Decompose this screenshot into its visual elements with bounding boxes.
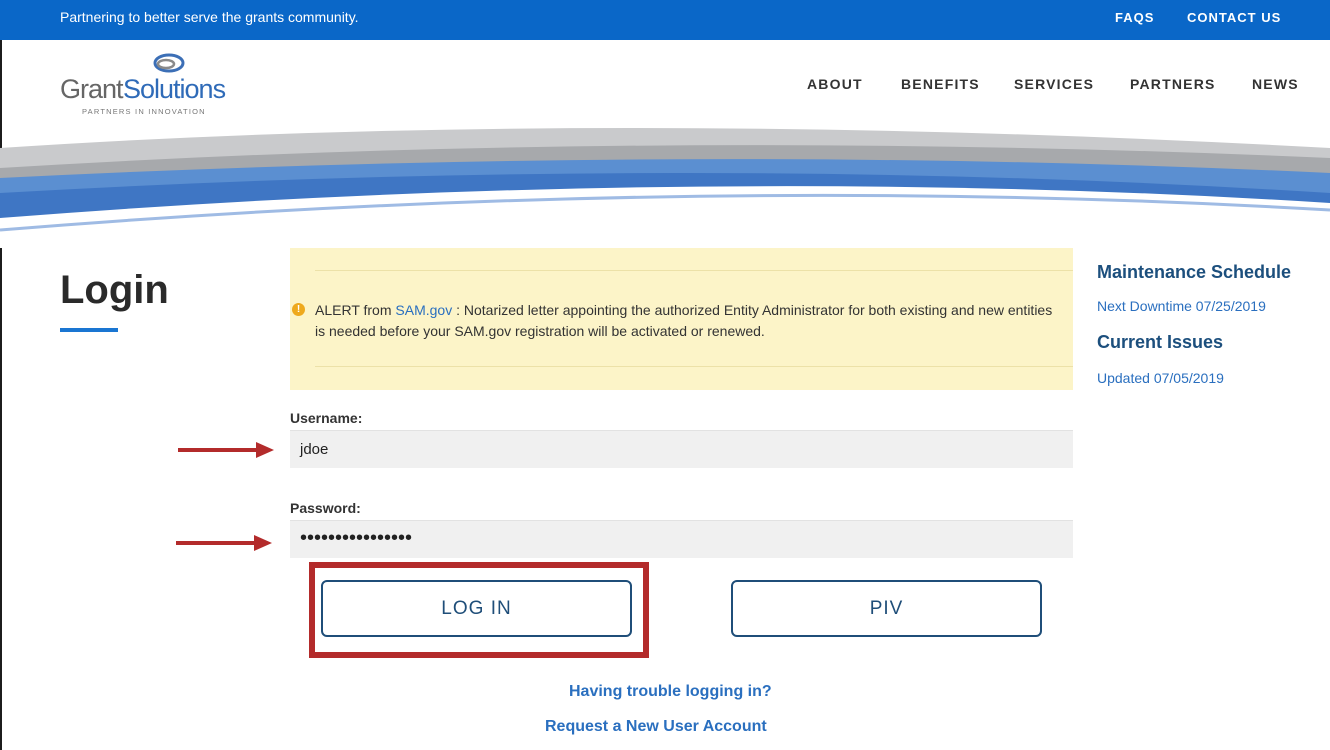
annotation-arrow-icon — [178, 442, 274, 458]
page-title: Login — [60, 268, 169, 312]
alert-prefix: ALERT from — [315, 302, 396, 318]
maintenance-schedule-heading: Maintenance Schedule — [1097, 262, 1292, 282]
banner-tagline: Partnering to better serve the grants co… — [60, 9, 359, 25]
logo-wordmark-grant: Grant — [60, 74, 124, 104]
alert-rule-bottom — [315, 366, 1073, 367]
username-value: jdoe — [300, 441, 329, 458]
log-in-button[interactable]: LOG IN — [321, 580, 632, 637]
request-account-link[interactable]: Request a New User Account — [545, 718, 767, 736]
grantsolutions-logo[interactable]: Grant Solutions PARTNERS IN INNOVATION — [60, 52, 240, 118]
issues-updated-link[interactable]: Updated 07/05/2019 — [1097, 370, 1224, 386]
title-underline — [60, 328, 118, 332]
alert-exclamation-icon: ! — [292, 303, 305, 316]
password-input[interactable]: •••••••••••••••• — [290, 520, 1073, 558]
nav-services[interactable]: SERVICES — [1014, 76, 1094, 92]
next-downtime-link[interactable]: Next Downtime 07/25/2019 — [1097, 298, 1266, 314]
trouble-logging-in-link[interactable]: Having trouble logging in? — [569, 683, 772, 701]
alert-banner: ! ALERT from SAM.gov : Notarized letter … — [290, 248, 1073, 390]
logo-wordmark-solutions: Solutions — [123, 74, 226, 104]
password-label: Password: — [290, 500, 361, 516]
nav-about[interactable]: ABOUT — [807, 76, 863, 92]
top-banner: Partnering to better serve the grants co… — [0, 0, 1330, 40]
sam-gov-link[interactable]: SAM.gov — [395, 302, 452, 318]
nav-news[interactable]: NEWS — [1252, 76, 1299, 92]
window-left-border — [0, 0, 2, 750]
faqs-link[interactable]: FAQS — [1115, 10, 1154, 25]
current-issues-heading: Current Issues — [1097, 332, 1224, 352]
logo-tagline: PARTNERS IN INNOVATION — [82, 107, 206, 116]
piv-button[interactable]: PIV — [731, 580, 1042, 637]
alert-text: ALERT from SAM.gov : Notarized letter ap… — [315, 300, 1065, 342]
nav-benefits[interactable]: BENEFITS — [901, 76, 980, 92]
username-label: Username: — [290, 410, 363, 426]
contact-us-link[interactable]: CONTACT US — [1187, 10, 1281, 25]
username-input[interactable]: jdoe — [290, 430, 1073, 468]
header-swoosh-graphic — [0, 128, 1330, 248]
logo-swirl-icon: Grant Solutions PARTNERS IN INNOVATION — [60, 53, 227, 116]
annotation-arrow-icon — [176, 535, 272, 551]
password-value: •••••••••••••••• — [300, 527, 413, 549]
alert-rule-top — [315, 270, 1073, 271]
nav-partners[interactable]: PARTNERS — [1130, 76, 1216, 92]
